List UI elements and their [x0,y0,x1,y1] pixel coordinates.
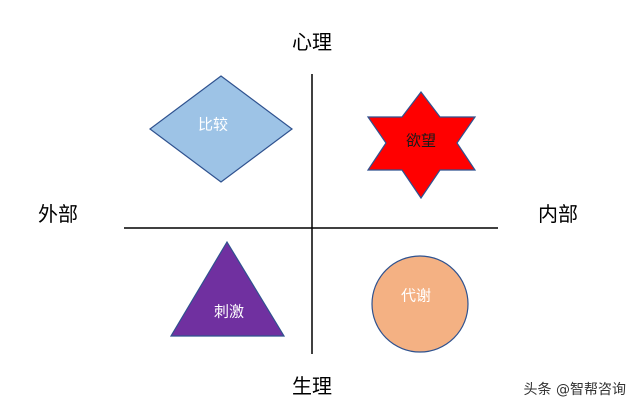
triangle-label: 刺激 [214,303,244,321]
watermark: 头条 @智帮咨询 [523,382,626,398]
triangle-shape [169,240,286,337]
hexagram-label: 欲望 [406,132,436,150]
diamond-label: 比较 [198,116,228,134]
circle-label: 代谢 [401,287,431,305]
quadrant-diagram: 比较 欲望 刺激 代谢 [124,74,498,354]
